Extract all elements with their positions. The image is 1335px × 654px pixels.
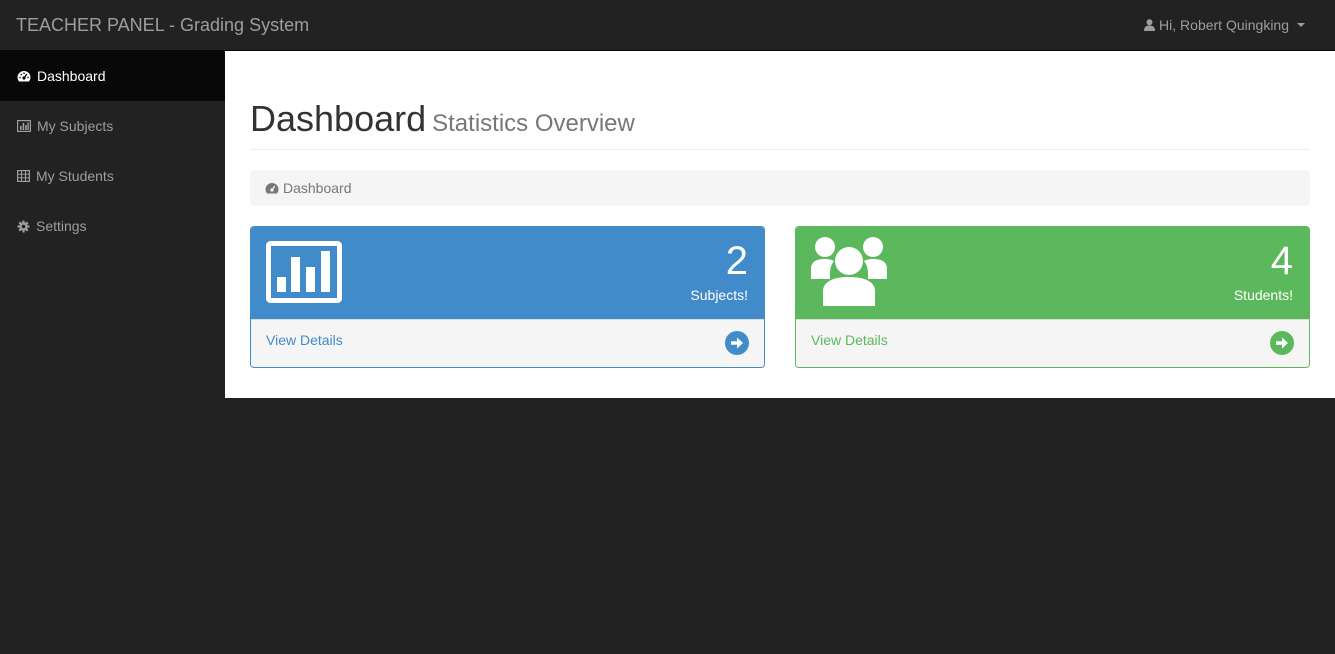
sidebar: Dashboard My Subjects My Students Settin… [0, 51, 225, 654]
sidebar-item-label: Settings [36, 218, 87, 234]
sidebar-item-settings[interactable]: Settings [0, 201, 225, 251]
panel-heading: 2 Subjects! [251, 227, 764, 319]
students-label: Students! [1233, 287, 1293, 303]
page-header: Dashboard Statistics Overview [250, 99, 1310, 150]
brand-title[interactable]: TEACHER PANEL - Grading System [16, 15, 309, 35]
subjects-count: 2 [725, 239, 748, 283]
page-title: Dashboard [250, 98, 427, 139]
sidebar-item-label: My Subjects [37, 118, 114, 134]
panel-footer[interactable]: View Details [251, 319, 764, 367]
page-wrapper: Dashboard Statistics Overview Dashboard 2… [225, 51, 1335, 398]
gear-icon [17, 220, 30, 232]
caret-down-icon [1297, 23, 1305, 27]
top-navbar: TEACHER PANEL - Grading System Hi, Rober… [0, 0, 1335, 51]
subjects-panel: 2 Subjects! View Details [250, 226, 765, 368]
breadcrumb-item: Dashboard [283, 180, 352, 196]
bar-chart-icon [17, 120, 31, 132]
user-icon [1144, 19, 1156, 31]
breadcrumb: Dashboard [250, 170, 1310, 206]
user-dropdown[interactable]: Hi, Robert Quingking [1144, 17, 1305, 33]
dashboard-icon [17, 71, 31, 82]
sidebar-item-dashboard[interactable]: Dashboard [0, 51, 225, 101]
arrow-circle-right-icon[interactable] [725, 331, 749, 355]
sidebar-item-my-students[interactable]: My Students [0, 151, 225, 201]
arrow-circle-right-icon[interactable] [1270, 331, 1294, 355]
students-count: 4 [1270, 239, 1293, 283]
panel-heading: 4 Students! [796, 227, 1309, 319]
panel-footer[interactable]: View Details [796, 319, 1309, 367]
user-greeting: Hi, Robert Quingking [1159, 17, 1289, 33]
students-panel: 4 Students! View Details [795, 226, 1310, 368]
dashboard-icon [265, 183, 279, 194]
sidebar-item-label: Dashboard [37, 68, 106, 84]
bar-chart-icon [266, 241, 342, 303]
sidebar-item-label: My Students [36, 168, 114, 184]
sidebar-item-my-subjects[interactable]: My Subjects [0, 101, 225, 151]
view-details-link[interactable]: View Details [266, 332, 343, 348]
subjects-label: Subjects! [690, 287, 748, 303]
page-subtitle: Statistics Overview [432, 110, 635, 137]
table-icon [17, 170, 30, 182]
view-details-link[interactable]: View Details [811, 332, 888, 348]
users-icon [811, 237, 887, 306]
